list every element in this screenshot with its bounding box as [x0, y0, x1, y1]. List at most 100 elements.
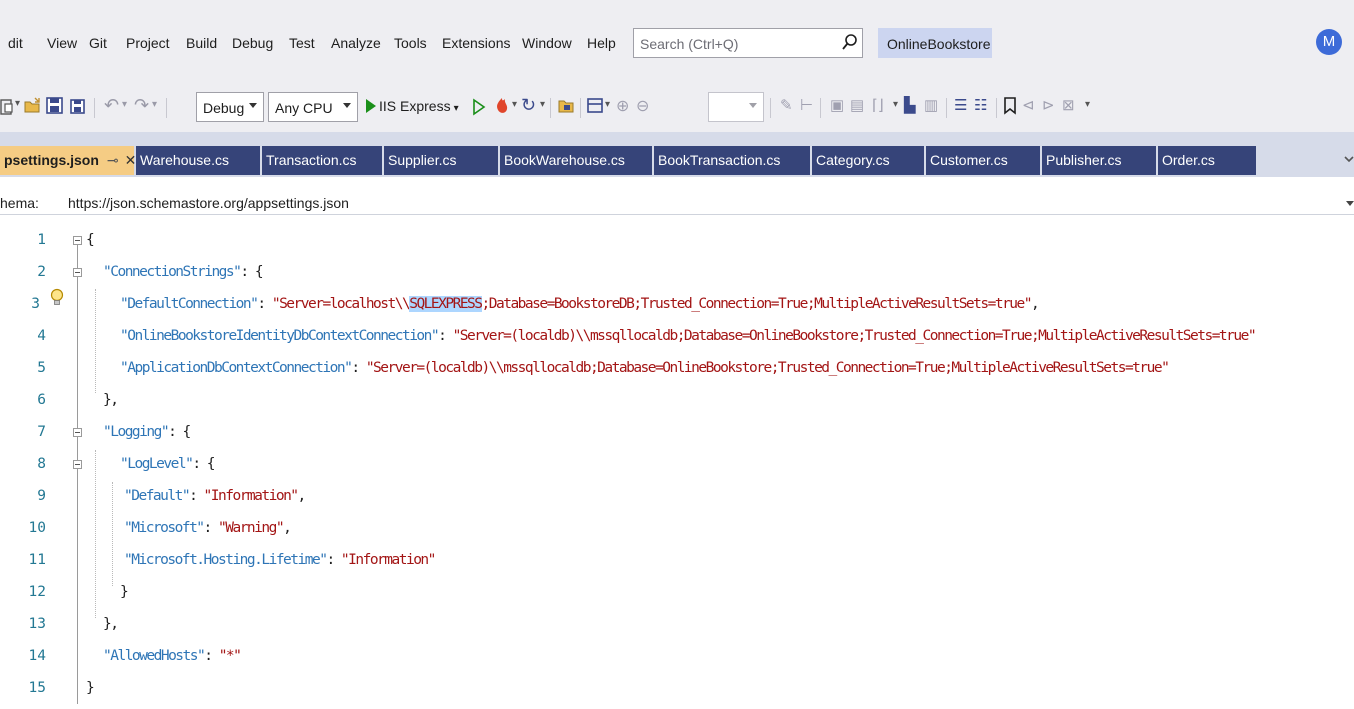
schema-url-select[interactable]: https://json.schemastore.org/appsettings…	[68, 195, 349, 211]
code-line: 2 "ConnectionStrings": {	[0, 257, 1354, 289]
save-all-icon[interactable]	[68, 97, 86, 115]
snippet-dropdown-icon[interactable]: ▾	[893, 99, 898, 110]
json-punct: {	[86, 232, 95, 248]
json-key: "OnlineBookstoreIdentityDbContextConnect…	[120, 328, 440, 344]
tab-label: Transaction.cs	[266, 152, 357, 168]
menu-window[interactable]: Window	[522, 35, 572, 51]
run-dropdown-icon[interactable]: ▾	[454, 103, 459, 114]
platform-select[interactable]: Any CPU	[268, 92, 358, 122]
start-without-debugging-icon[interactable]	[472, 98, 486, 116]
json-string: ;Database=BookstoreDB;Trusted_Connection…	[481, 296, 1033, 312]
tab-category-cs[interactable]: Category.cs	[812, 146, 924, 175]
menu-extensions[interactable]: Extensions	[442, 35, 510, 51]
line-number: 4	[37, 328, 46, 344]
prev-bookmark-icon[interactable]: ⊲	[1022, 96, 1035, 114]
search-icon	[842, 34, 857, 50]
tab-bookwarehouse-cs[interactable]: BookWarehouse.cs	[500, 146, 652, 175]
menu-project[interactable]: Project	[126, 35, 170, 51]
json-punct: :	[203, 520, 218, 536]
zoom-out-icon[interactable]: ⊖	[636, 96, 649, 116]
snippet-icon[interactable]: ⌈⌋	[872, 96, 884, 114]
tab-order-cs[interactable]: Order.cs	[1158, 146, 1256, 175]
menu-build[interactable]: Build	[186, 35, 217, 51]
menu-tools[interactable]: Tools	[394, 35, 427, 51]
redo-dropdown-icon[interactable]: ▾	[152, 99, 157, 110]
code-line: 9 "Default": "Information",	[0, 481, 1354, 513]
tab-overflow-icon[interactable]	[1344, 154, 1354, 166]
tab-transaction-cs[interactable]: Transaction.cs	[262, 146, 382, 175]
tab-booktransaction-cs[interactable]: BookTransaction.cs	[654, 146, 810, 175]
new-dropdown-icon[interactable]: ▾	[15, 98, 20, 109]
bookmark-icon[interactable]	[1003, 97, 1017, 115]
zoom-in-icon[interactable]: ⊕	[616, 96, 629, 116]
json-key: "Microsoft.Hosting.Lifetime"	[124, 552, 328, 568]
menu-git[interactable]: Git	[89, 35, 107, 51]
next-bookmark-icon[interactable]: ⊳	[1042, 96, 1055, 114]
menu-debug[interactable]: Debug	[232, 35, 273, 51]
chevron-down-icon[interactable]	[1346, 201, 1354, 206]
comment-lines-icon[interactable]: ▙	[904, 96, 916, 114]
find-references-icon[interactable]: ✎	[780, 96, 793, 114]
browse-folder-icon[interactable]	[558, 97, 576, 115]
collapse-icon[interactable]	[73, 460, 82, 469]
document-tab-strip: psettings.json ⊸ ✕ Warehouse.cs Transactio…	[0, 132, 1354, 177]
hot-reload-dropdown-icon[interactable]: ▾	[512, 99, 517, 110]
clear-bookmarks-icon[interactable]: ⊠	[1062, 96, 1075, 114]
tab-warehouse-cs[interactable]: Warehouse.cs	[136, 146, 260, 175]
json-key: "DefaultConnection"	[120, 296, 259, 312]
tab-supplier-cs[interactable]: Supplier.cs	[384, 146, 498, 175]
compare-icon[interactable]: ⊢	[800, 96, 813, 114]
solution-name[interactable]: OnlineBookstore	[878, 28, 992, 58]
toolbar-separator	[580, 98, 581, 118]
open-folder-icon[interactable]	[24, 97, 42, 115]
menu-analyze[interactable]: Analyze	[331, 35, 381, 51]
refresh-icon[interactable]: ↻	[521, 95, 536, 116]
code-line: 3 "DefaultConnection": "Server=localhost…	[0, 289, 1354, 321]
collapse-icon[interactable]	[73, 236, 82, 245]
line-number: 14	[28, 648, 46, 664]
outdent-icon[interactable]: ☰	[954, 96, 967, 114]
user-avatar[interactable]: M	[1316, 29, 1342, 55]
menu-help[interactable]: Help	[587, 35, 616, 51]
tab-publisher-cs[interactable]: Publisher.cs	[1042, 146, 1156, 175]
search-input[interactable]: Search (Ctrl+Q)	[633, 28, 863, 58]
tab-customer-cs[interactable]: Customer.cs	[926, 146, 1040, 175]
line-number: 2	[37, 264, 46, 280]
save-icon[interactable]	[46, 97, 64, 115]
zoom-level-select[interactable]	[708, 92, 764, 122]
tab-appsettings-json[interactable]: psettings.json ⊸ ✕	[0, 146, 137, 175]
menu-view[interactable]: View	[47, 35, 77, 51]
play-icon	[366, 99, 376, 113]
collapse-icon[interactable]	[73, 268, 82, 277]
menu-bar: dit View Git Project Build Debug Test An…	[0, 0, 1354, 86]
menu-edit[interactable]: dit	[8, 35, 23, 51]
hot-reload-icon[interactable]	[493, 96, 511, 116]
undo-icon[interactable]: ↶	[104, 95, 119, 116]
configuration-select[interactable]: Debug	[196, 92, 264, 122]
close-icon[interactable]: ✕	[125, 152, 137, 168]
json-punct: : {	[240, 264, 263, 280]
tab-label: Customer.cs	[930, 152, 1008, 168]
menu-test[interactable]: Test	[289, 35, 315, 51]
run-iis-express-button[interactable]: IIS Express ▾	[366, 98, 459, 114]
new-project-icon[interactable]	[0, 98, 14, 116]
layout-dropdown-icon[interactable]: ▾	[605, 99, 610, 110]
pin-icon[interactable]: ⊸	[107, 152, 119, 168]
code-line: 13 },	[0, 609, 1354, 641]
json-string: "Information"	[203, 488, 300, 504]
tab-label: BookTransaction.cs	[658, 152, 781, 168]
collapse-icon[interactable]	[73, 428, 82, 437]
indent-icon[interactable]: ☷	[974, 96, 987, 114]
redo-icon[interactable]: ↷	[134, 95, 149, 116]
json-punct: },	[103, 392, 119, 408]
format-selection-icon[interactable]: ▤	[850, 96, 864, 114]
json-key: "Microsoft"	[124, 520, 205, 536]
toolbar-overflow-icon[interactable]: ▾	[1085, 99, 1090, 110]
code-editor[interactable]: 1 { 2 "ConnectionStrings": { 3 "DefaultC…	[0, 216, 1354, 709]
window-layout-icon[interactable]	[587, 97, 605, 115]
undo-dropdown-icon[interactable]: ▾	[122, 99, 127, 110]
refresh-dropdown-icon[interactable]: ▾	[540, 99, 545, 110]
uncomment-lines-icon[interactable]: ▥	[924, 96, 938, 114]
toolbar-separator	[820, 98, 821, 118]
format-document-icon[interactable]: ▣	[830, 96, 844, 114]
